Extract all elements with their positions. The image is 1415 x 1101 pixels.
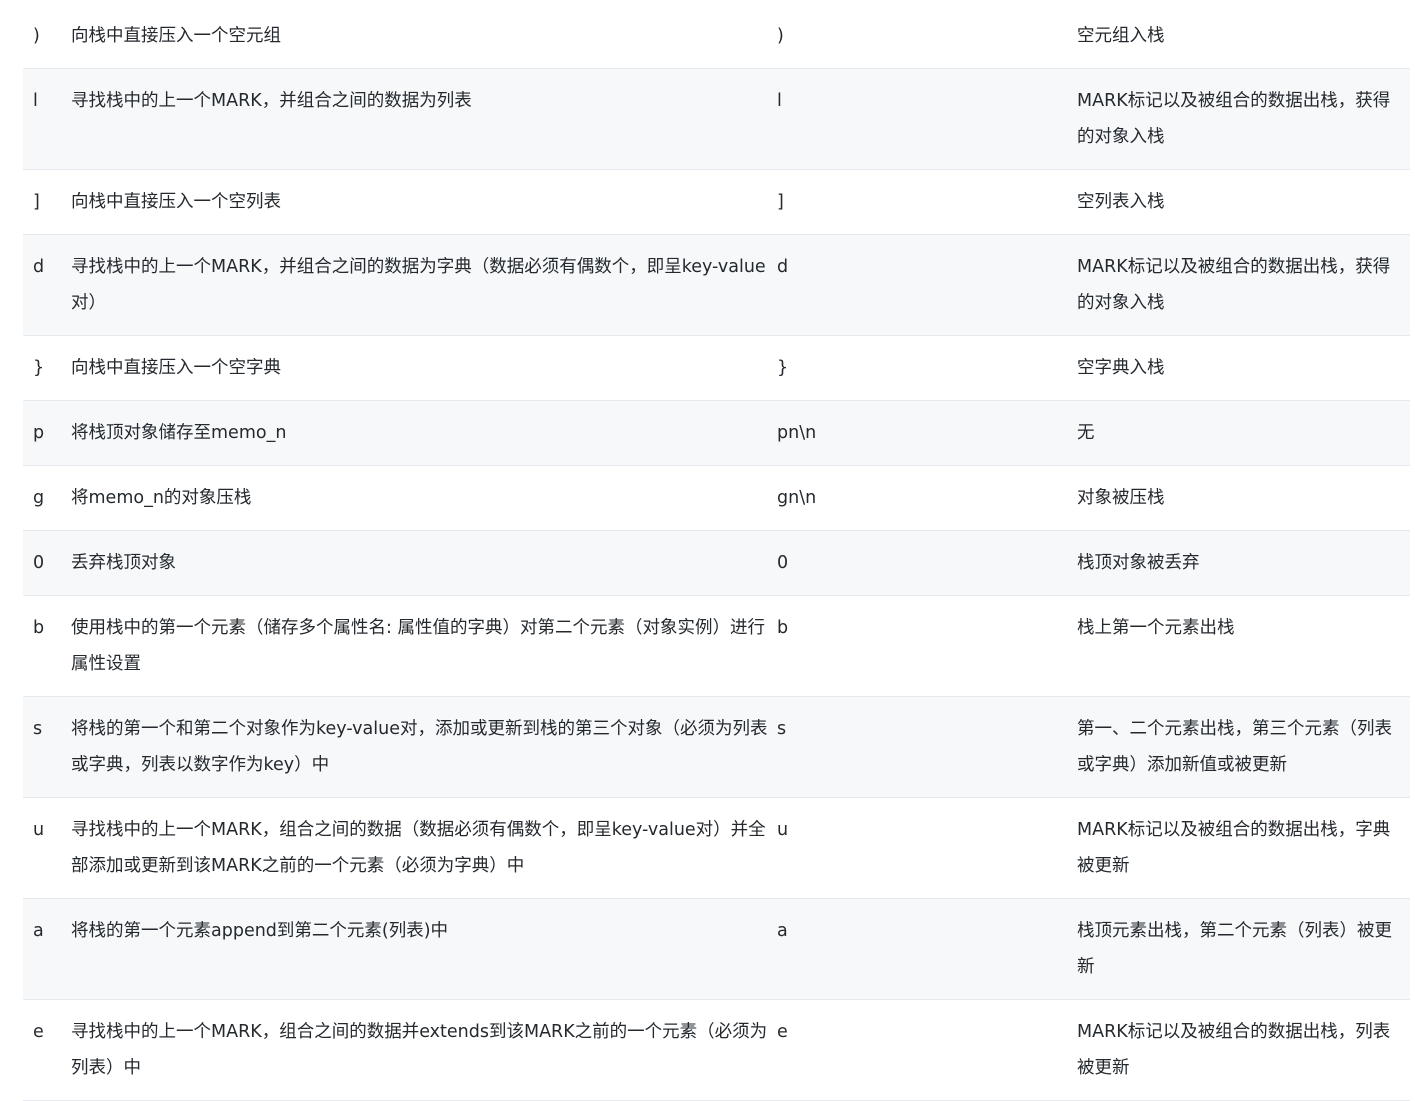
stack-effect-cell: 第一、二个元素出栈，第三个元素（列表或字典）添加新值或被更新 [1077,719,1392,775]
description-cell: 丢弃栈顶对象 [71,553,176,573]
opcode-cell: ) [33,26,40,46]
stack-effect-cell: MARK标记以及被组合的数据出栈，获得的对象入栈 [1077,91,1391,147]
table-row: l 寻找栈中的上一个MARK，并组合之间的数据为列表 l MARK标记以及被组合… [23,68,1410,170]
stack-effect-cell: 空字典入栈 [1077,358,1165,378]
example-cell: gn\n [777,488,817,508]
description-cell: 将栈顶对象储存至memo_n [71,423,287,443]
description-cell: 寻找栈中的上一个MARK，组合之间的数据并extends到该MARK之前的一个元… [71,1022,768,1078]
table-row: ] 向栈中直接压入一个空列表 ] 空列表入栈 [23,169,1410,235]
opcode-cell: d [33,257,45,277]
description-cell: 将栈的第一个元素append到第二个元素(列表)中 [71,921,449,941]
description-cell: 寻找栈中的上一个MARK，组合之间的数据（数据必须有偶数个，即呈key-valu… [71,820,766,876]
stack-effect-cell: 空列表入栈 [1077,192,1165,212]
opcode-table: ) 向栈中直接压入一个空元组 ) 空元组入栈 l 寻找栈中的上一个MARK，并组… [23,4,1410,1101]
table-row: g 将memo_n的对象压栈 gn\n 对象被压栈 [23,465,1410,531]
description-cell: 向栈中直接压入一个空列表 [71,192,281,212]
opcode-cell: 0 [33,553,45,573]
table-row: e 寻找栈中的上一个MARK，组合之间的数据并extends到该MARK之前的一… [23,999,1410,1101]
table-row: s 将栈的第一个和第二个对象作为key-value对，添加或更新到栈的第三个对象… [23,696,1410,798]
stack-effect-cell: MARK标记以及被组合的数据出栈，列表被更新 [1077,1022,1391,1078]
example-cell: u [777,820,789,840]
stack-effect-cell: MARK标记以及被组合的数据出栈，获得的对象入栈 [1077,257,1391,313]
table-row: b 使用栈中的第一个元素（储存多个属性名: 属性值的字典）对第二个元素（对象实例… [23,595,1410,697]
example-cell: s [777,719,787,739]
example-cell: a [777,921,788,941]
description-cell: 寻找栈中的上一个MARK，并组合之间的数据为列表 [71,91,472,111]
opcode-cell: l [33,91,38,111]
opcode-cell: p [33,423,45,443]
stack-effect-cell: 无 [1077,423,1095,443]
example-cell: b [777,618,789,638]
table-row: u 寻找栈中的上一个MARK，组合之间的数据（数据必须有偶数个，即呈key-va… [23,797,1410,899]
example-cell: ) [777,26,784,46]
opcode-cell: g [33,488,45,508]
table-row: 0 丢弃栈顶对象 0 栈顶对象被丢弃 [23,530,1410,596]
description-cell: 将栈的第一个和第二个对象作为key-value对，添加或更新到栈的第三个对象（必… [71,719,768,775]
description-cell: 使用栈中的第一个元素（储存多个属性名: 属性值的字典）对第二个元素（对象实例）进… [71,618,765,674]
description-cell: 向栈中直接压入一个空字典 [71,358,281,378]
stack-effect-cell: 栈上第一个元素出栈 [1077,618,1235,638]
opcode-cell: ] [33,192,40,212]
opcode-cell: s [33,719,43,739]
opcode-cell: } [33,358,45,378]
description-cell: 向栈中直接压入一个空元组 [71,26,281,46]
stack-effect-cell: MARK标记以及被组合的数据出栈，字典被更新 [1077,820,1391,876]
stack-effect-cell: 对象被压栈 [1077,488,1165,508]
example-cell: pn\n [777,423,817,443]
table-row: ) 向栈中直接压入一个空元组 ) 空元组入栈 [23,4,1410,69]
example-cell: d [777,257,789,277]
description-cell: 将memo_n的对象压栈 [71,488,252,508]
table-row: } 向栈中直接压入一个空字典 } 空字典入栈 [23,335,1410,401]
table-row: p 将栈顶对象储存至memo_n pn\n 无 [23,400,1410,466]
stack-effect-cell: 栈顶元素出栈，第二个元素（列表）被更新 [1077,921,1392,977]
opcode-cell: e [33,1022,44,1042]
stack-effect-cell: 栈顶对象被丢弃 [1077,553,1200,573]
example-cell: l [777,91,782,111]
description-cell: 寻找栈中的上一个MARK，并组合之间的数据为字典（数据必须有偶数个，即呈key-… [71,257,766,313]
stack-effect-cell: 空元组入栈 [1077,26,1165,46]
table-row: d 寻找栈中的上一个MARK，并组合之间的数据为字典（数据必须有偶数个，即呈ke… [23,234,1410,336]
table-row: a 将栈的第一个元素append到第二个元素(列表)中 a 栈顶元素出栈，第二个… [23,898,1410,1000]
opcode-cell: u [33,820,45,840]
opcode-cell: b [33,618,45,638]
example-cell: 0 [777,553,789,573]
example-cell: ] [777,192,784,212]
opcode-table-body: ) 向栈中直接压入一个空元组 ) 空元组入栈 l 寻找栈中的上一个MARK，并组… [23,4,1410,1101]
example-cell: } [777,358,789,378]
example-cell: e [777,1022,788,1042]
opcode-cell: a [33,921,44,941]
